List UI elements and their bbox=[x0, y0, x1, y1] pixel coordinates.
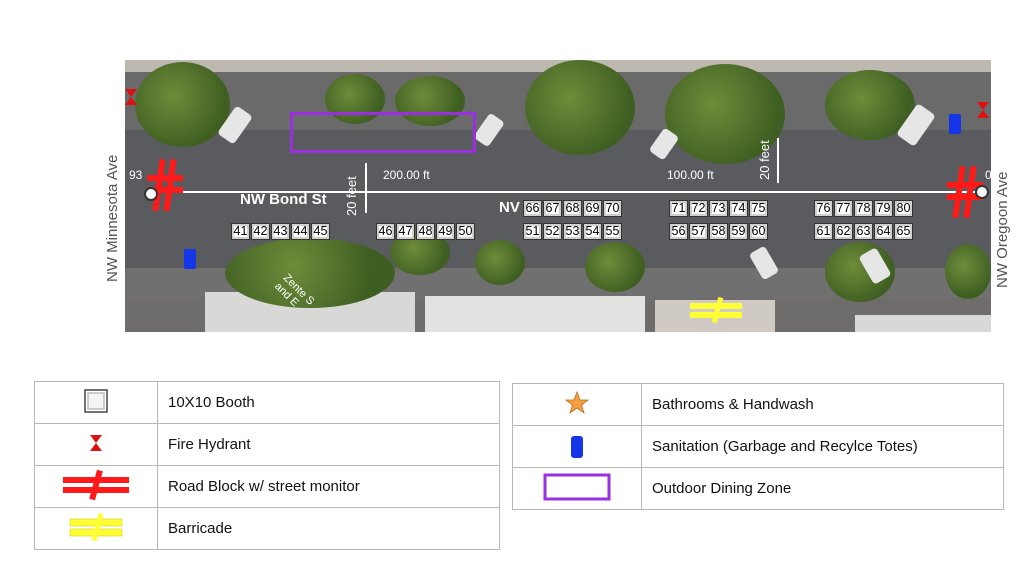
trash-can-icon bbox=[949, 114, 961, 134]
booth-57: 57 bbox=[689, 223, 708, 240]
tree bbox=[475, 240, 525, 285]
booth-79: 79 bbox=[874, 200, 893, 217]
legend-label: Barricade bbox=[157, 507, 500, 550]
booth-46: 46 bbox=[376, 223, 395, 240]
legend-label: Fire Hydrant bbox=[157, 423, 500, 466]
booth-53: 53 bbox=[563, 223, 582, 240]
booth-78: 78 bbox=[854, 200, 873, 217]
road-block-icon bbox=[147, 158, 183, 212]
booth-51: 51 bbox=[523, 223, 542, 240]
site-map: NW Bond St NV 93 0 200.00 ft 100.00 ft 2… bbox=[125, 60, 991, 332]
tree bbox=[585, 242, 645, 292]
legend-label: Sanitation (Garbage and Recylce Totes) bbox=[641, 425, 1004, 468]
booth-62: 62 bbox=[834, 223, 853, 240]
street-name-label: NW Bond St bbox=[240, 191, 327, 208]
cross-street-east: NW Oregoon Ave bbox=[994, 171, 1011, 288]
scale-bar bbox=[149, 191, 979, 193]
fire-hydrant-icon bbox=[977, 102, 989, 118]
width-label: 20 feet bbox=[344, 176, 359, 216]
booth-59: 59 bbox=[729, 223, 748, 240]
legend-row: Sanitation (Garbage and Recylce Totes) bbox=[512, 425, 1004, 468]
street-end-marker bbox=[975, 185, 989, 199]
legend-row: 10X10 Booth bbox=[34, 381, 500, 424]
building-roof bbox=[425, 296, 645, 332]
booth-71: 71 bbox=[669, 200, 688, 217]
width-label: 20 feet bbox=[757, 140, 772, 180]
booth-44: 44 bbox=[291, 223, 310, 240]
tree bbox=[135, 62, 230, 147]
booth-58: 58 bbox=[709, 223, 728, 240]
legend-label: Bathrooms & Handwash bbox=[641, 383, 1004, 426]
booth-60: 60 bbox=[749, 223, 768, 240]
booth-50: 50 bbox=[456, 223, 475, 240]
legend-row: Road Block w/ street monitor bbox=[34, 465, 500, 508]
booth-41: 41 bbox=[231, 223, 250, 240]
booth-80: 80 bbox=[894, 200, 913, 217]
outdoor-dining-zone bbox=[290, 112, 476, 153]
cross-street-west: NW Minnesota Ave bbox=[104, 154, 121, 282]
booth-49: 49 bbox=[436, 223, 455, 240]
booth-56: 56 bbox=[669, 223, 688, 240]
width-marker-line bbox=[365, 163, 367, 213]
legend-right: Bathrooms & Handwash Sanitation (Garbage… bbox=[512, 383, 1004, 510]
building-roof bbox=[855, 315, 991, 332]
barricade-icon bbox=[69, 512, 123, 541]
booth-47: 47 bbox=[396, 223, 415, 240]
booth-74: 74 bbox=[729, 200, 748, 217]
fire-hydrant-icon bbox=[125, 89, 137, 105]
booth-43: 43 bbox=[271, 223, 290, 240]
booth-66: 66 bbox=[523, 200, 542, 217]
booth-70: 70 bbox=[603, 200, 622, 217]
legend-label: Road Block w/ street monitor bbox=[157, 465, 500, 508]
trash-can-icon bbox=[571, 435, 583, 458]
booth-64: 64 bbox=[874, 223, 893, 240]
scale-label-93: 93 bbox=[129, 168, 143, 182]
booth-67: 67 bbox=[543, 200, 562, 217]
booth-77: 77 bbox=[834, 200, 853, 217]
booth-73: 73 bbox=[709, 200, 728, 217]
booth-63: 63 bbox=[854, 223, 873, 240]
booth-65: 65 bbox=[894, 223, 913, 240]
legend-left: 10X10 Booth Fire Hydrant Road Block w/ s… bbox=[34, 381, 500, 550]
street-end-marker bbox=[144, 187, 158, 201]
booth-42: 42 bbox=[251, 223, 270, 240]
street-name-fragment: NV bbox=[499, 199, 520, 216]
legend-label: 10X10 Booth bbox=[157, 381, 500, 424]
booth-75: 75 bbox=[749, 200, 768, 217]
booth-68: 68 bbox=[563, 200, 582, 217]
trash-can-icon bbox=[184, 249, 196, 269]
booth-54: 54 bbox=[583, 223, 602, 240]
booth-61: 61 bbox=[814, 223, 833, 240]
legend-row: Bathrooms & Handwash bbox=[512, 383, 1004, 426]
legend-row: Outdoor Dining Zone bbox=[512, 467, 1004, 510]
tree bbox=[525, 60, 635, 155]
legend-label: Outdoor Dining Zone bbox=[641, 467, 1004, 510]
booth-48: 48 bbox=[416, 223, 435, 240]
road-block-icon bbox=[63, 469, 129, 500]
booth-52: 52 bbox=[543, 223, 562, 240]
scale-label-200ft: 200.00 ft bbox=[383, 168, 430, 182]
legend-row: Fire Hydrant bbox=[34, 423, 500, 466]
booth-69: 69 bbox=[583, 200, 602, 217]
scale-label-0: 0 bbox=[985, 168, 991, 182]
booth-76: 76 bbox=[814, 200, 833, 217]
dining-zone-icon bbox=[543, 473, 611, 500]
fire-hydrant-icon bbox=[90, 434, 102, 451]
booth-72: 72 bbox=[689, 200, 708, 217]
barricade-icon bbox=[690, 296, 742, 324]
booth-45: 45 bbox=[311, 223, 330, 240]
booth-icon bbox=[84, 388, 108, 413]
width-marker-line bbox=[777, 138, 779, 183]
legend-row: Barricade bbox=[34, 507, 500, 550]
scale-label-100ft: 100.00 ft bbox=[667, 168, 714, 182]
booth-55: 55 bbox=[603, 223, 622, 240]
tree bbox=[945, 244, 991, 299]
star-icon bbox=[564, 390, 590, 414]
